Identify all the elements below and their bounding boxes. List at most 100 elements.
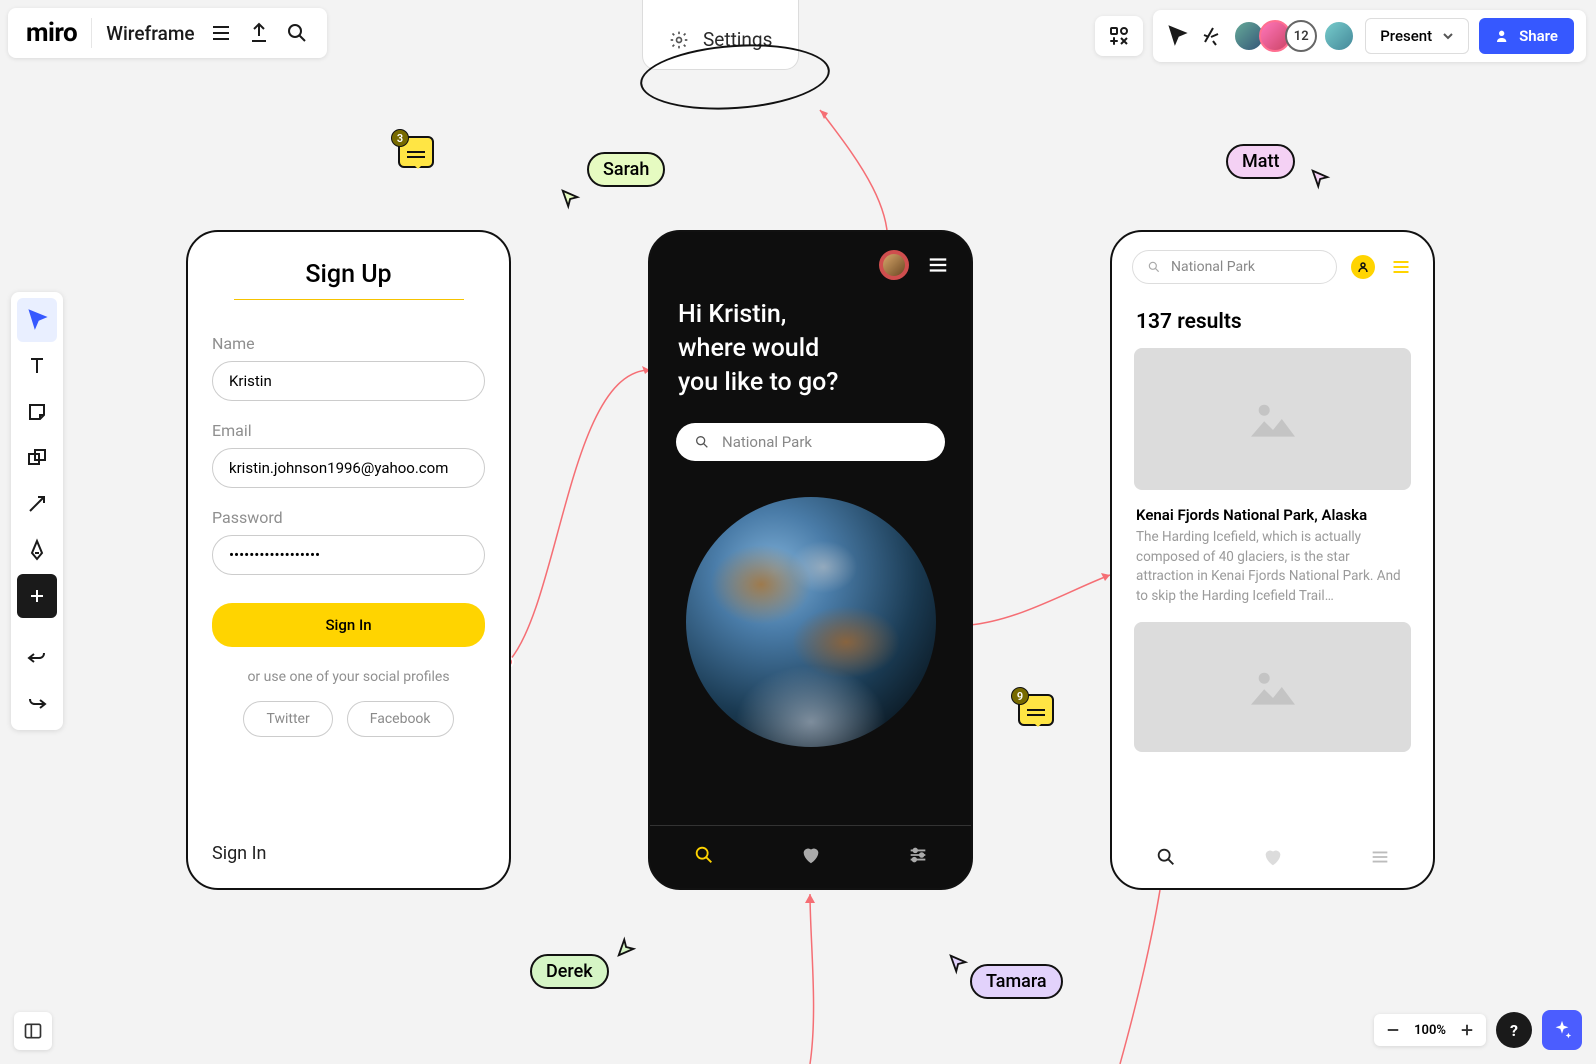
zoom-level[interactable]: 100% xyxy=(1408,1023,1452,1038)
user-plus-icon xyxy=(1495,28,1511,44)
mockup-search[interactable]: Hi Kristin, where would you like to go? … xyxy=(648,230,973,890)
hamburger-icon[interactable] xyxy=(1389,257,1413,277)
connector-line xyxy=(770,890,850,1064)
ai-assist-button[interactable] xyxy=(1542,1010,1582,1050)
bottom-right-controls: 100% ? xyxy=(1374,1010,1582,1050)
miro-logo[interactable]: miro xyxy=(26,18,77,48)
apps-button[interactable] xyxy=(1095,16,1143,56)
tool-sticky[interactable] xyxy=(17,390,57,434)
divider xyxy=(91,18,92,48)
frames-panel-toggle[interactable] xyxy=(14,1012,52,1050)
nav-favorites[interactable] xyxy=(1262,846,1284,872)
signin-button[interactable]: Sign In xyxy=(212,603,485,647)
twitter-button[interactable]: Twitter xyxy=(243,701,332,737)
result-image-placeholder xyxy=(1134,348,1411,490)
zoom-in-icon[interactable] xyxy=(1458,1021,1476,1039)
hamburger-icon[interactable] xyxy=(209,21,233,45)
results-count: 137 results xyxy=(1112,302,1433,348)
board-name[interactable]: Wireframe xyxy=(106,22,194,45)
apps-icon xyxy=(1107,24,1131,48)
cursor-arrow-icon xyxy=(560,188,582,210)
search-icon xyxy=(694,434,710,450)
settings-label: Settings xyxy=(703,28,772,51)
avatar[interactable] xyxy=(879,250,909,280)
user-icon[interactable] xyxy=(1351,255,1375,279)
mockup-signup[interactable]: Sign Up Name Email Password Sign In or u… xyxy=(186,230,511,890)
mockup-results[interactable]: National Park 137 results Kenai Fjords N… xyxy=(1110,230,1435,890)
present-label: Present xyxy=(1380,27,1432,45)
cursor-derek: Derek xyxy=(530,954,609,989)
email-label: Email xyxy=(212,421,485,440)
hamburger-icon[interactable] xyxy=(925,254,951,276)
chevron-down-icon xyxy=(1442,30,1454,42)
name-input[interactable] xyxy=(212,361,485,401)
comment-pin[interactable]: 9 xyxy=(1018,694,1054,726)
left-toolbar xyxy=(11,292,63,730)
search-input[interactable]: National Park xyxy=(676,423,945,461)
tool-shape[interactable] xyxy=(17,436,57,480)
nav-search[interactable] xyxy=(1155,846,1177,872)
cursor-arrow-icon xyxy=(616,936,638,958)
signup-title: Sign Up xyxy=(212,260,485,289)
cursor-tamara: Tamara xyxy=(970,964,1063,999)
bottom-nav xyxy=(650,825,971,888)
tool-undo[interactable] xyxy=(17,634,57,678)
cursor-arrow-icon xyxy=(1310,168,1332,190)
bottom-nav xyxy=(1112,830,1433,888)
facebook-button[interactable]: Facebook xyxy=(347,701,454,737)
zoom-out-icon[interactable] xyxy=(1384,1021,1402,1039)
tool-redo[interactable] xyxy=(17,680,57,724)
panel-icon xyxy=(23,1021,43,1041)
gear-icon xyxy=(669,30,689,50)
zoom-controls: 100% xyxy=(1374,1014,1486,1046)
comment-pin[interactable]: 3 xyxy=(398,136,434,168)
settings-tab[interactable]: Settings xyxy=(642,0,799,70)
tool-arrow[interactable] xyxy=(17,482,57,526)
tool-add[interactable] xyxy=(17,574,57,618)
search-placeholder: National Park xyxy=(722,433,812,451)
search-icon[interactable] xyxy=(285,21,309,45)
help-button[interactable]: ? xyxy=(1496,1012,1532,1048)
password-label: Password xyxy=(212,508,485,527)
share-button[interactable]: Share xyxy=(1479,18,1574,54)
tool-text[interactable] xyxy=(17,344,57,388)
email-input[interactable] xyxy=(212,448,485,488)
comment-count: 3 xyxy=(391,129,409,147)
avatar-more[interactable]: 12 xyxy=(1285,20,1317,52)
signin-link[interactable]: Sign In xyxy=(212,843,266,864)
result-description: The Harding Icefield, which is actually … xyxy=(1112,528,1433,622)
tool-pen[interactable] xyxy=(17,528,57,572)
or-text: or use one of your social profiles xyxy=(212,669,485,685)
cursor-arrow-icon xyxy=(948,953,970,975)
avatar-stack[interactable]: 12 xyxy=(1233,20,1355,52)
name-label: Name xyxy=(212,334,485,353)
comment-count: 9 xyxy=(1011,687,1029,705)
connector-line xyxy=(960,560,1120,640)
nav-search[interactable] xyxy=(693,844,715,870)
collab-bar: 12 Present Share xyxy=(1153,10,1586,62)
connector-line xyxy=(500,250,660,670)
search-icon xyxy=(1147,260,1161,274)
nav-filter[interactable] xyxy=(907,844,929,870)
share-label: Share xyxy=(1519,27,1558,45)
tool-select[interactable] xyxy=(17,298,57,342)
reactions-icon[interactable] xyxy=(1199,24,1223,48)
present-button[interactable]: Present xyxy=(1365,18,1469,54)
nav-filter[interactable] xyxy=(1369,846,1391,872)
greeting-text: Hi Kristin, where would you like to go? xyxy=(650,298,971,399)
globe-image xyxy=(686,497,936,747)
connector-line xyxy=(1110,890,1170,1064)
password-input[interactable] xyxy=(212,535,485,575)
result-image-placeholder xyxy=(1134,622,1411,752)
cursor-icon[interactable] xyxy=(1165,24,1189,48)
sparkle-icon xyxy=(1551,1019,1573,1041)
result-title: Kenai Fjords National Park, Alaska xyxy=(1112,490,1433,528)
cursor-matt: Matt xyxy=(1226,144,1295,179)
avatar[interactable] xyxy=(1323,20,1355,52)
cursor-sarah: Sarah xyxy=(587,152,665,187)
search-field[interactable]: National Park xyxy=(1132,250,1337,284)
search-value: National Park xyxy=(1171,259,1255,275)
export-icon[interactable] xyxy=(247,21,271,45)
nav-favorites[interactable] xyxy=(800,844,822,870)
title-underline xyxy=(234,299,464,300)
